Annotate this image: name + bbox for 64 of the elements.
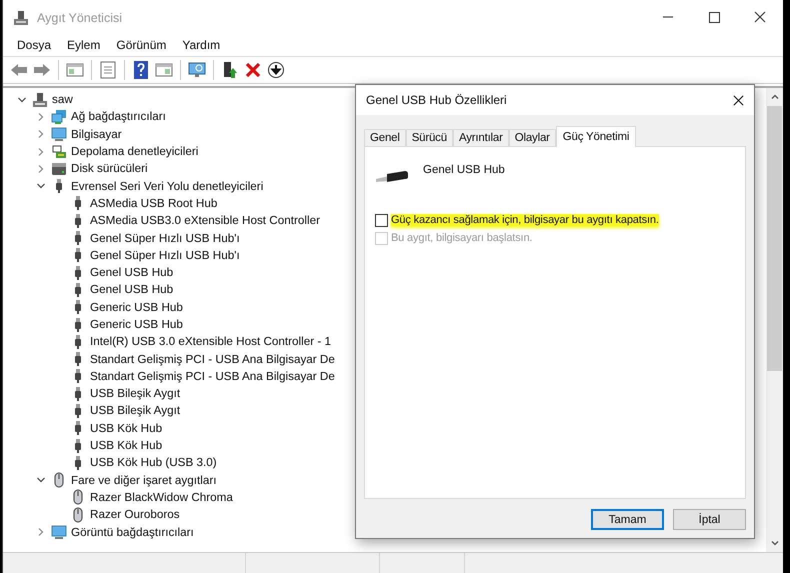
tree-item[interactable]: Genel Süper Hızlı USB Hub'ı xyxy=(90,248,240,262)
tree-item[interactable]: Generic USB Hub xyxy=(90,318,183,331)
tab[interactable]: Sürücü xyxy=(406,129,453,146)
expand-chevron-icon[interactable] xyxy=(36,527,46,538)
tree-item[interactable]: Razer Ouroboros xyxy=(90,508,180,522)
properties-icon[interactable] xyxy=(98,60,118,80)
expand-chevron-icon[interactable] xyxy=(36,129,46,140)
tree-item[interactable]: ASMedia USB Root Hub xyxy=(90,196,218,210)
expand-chevron-icon[interactable] xyxy=(36,164,46,174)
tree-item[interactable]: USB Bileşik Aygıt xyxy=(90,404,180,418)
tree-item[interactable]: ASMedia USB3.0 eXtensible Host Controller xyxy=(90,214,320,228)
tree-item[interactable]: Görüntü bağdaştırıcıları xyxy=(71,526,194,539)
dialog-button[interactable]: Tamam xyxy=(591,509,664,530)
tree-item[interactable]: Bilgisayar xyxy=(71,128,122,141)
close-icon[interactable] xyxy=(733,94,744,106)
tree-item[interactable]: USB Bileşik Aygıt xyxy=(90,387,180,400)
tab[interactable]: Ayrıntılar xyxy=(452,129,509,146)
tree-item[interactable]: Evrensel Seri Veri Yolu denetleyicileri xyxy=(71,180,264,193)
tab[interactable]: Güç Yönetimi xyxy=(556,126,636,147)
download-circle-icon[interactable] xyxy=(266,60,286,80)
tree-item[interactable]: USB Kök Hub xyxy=(90,422,162,435)
window-title: Aygıt Yöneticisi xyxy=(37,11,122,25)
tree-item[interactable]: Fare ve diğer işaret aygıtları xyxy=(71,474,217,487)
menu-item[interactable]: Dosya xyxy=(9,36,60,56)
dialog-button[interactable]: İptal xyxy=(673,509,746,530)
help-icon[interactable] xyxy=(131,60,151,80)
tree-item[interactable]: Generic USB Hub xyxy=(90,300,183,314)
monitor-icon xyxy=(51,126,67,142)
scrollbar[interactable] xyxy=(766,88,783,552)
disk-drive-icon xyxy=(51,160,67,177)
tab[interactable]: Genel xyxy=(364,129,406,146)
checkbox-label[interactable]: Güç kazancı sağlamak için, bilgisayar bu aygıtı kapatsın. xyxy=(391,214,659,226)
checkbox[interactable] xyxy=(375,214,388,226)
remove-icon[interactable] xyxy=(243,60,263,80)
tree-item[interactable]: saw xyxy=(52,93,73,106)
tree-item[interactable]: Genel USB Hub xyxy=(90,283,174,296)
tree-item[interactable]: Genel Süper Hızlı USB Hub'ı xyxy=(90,232,240,245)
network-icon xyxy=(51,108,67,125)
tree-item[interactable]: USB Kök Hub xyxy=(90,439,162,452)
tab[interactable]: Olaylar xyxy=(508,129,556,146)
menu-item[interactable]: Eylem xyxy=(59,36,108,56)
dialog-title: Genel USB Hub Özellikleri xyxy=(366,93,507,107)
tree-item[interactable]: Genel USB Hub xyxy=(90,266,174,280)
device-name: Genel USB Hub xyxy=(423,164,505,176)
tree-item[interactable]: Razer BlackWidow Chroma xyxy=(90,490,233,504)
tree-item[interactable]: Depolama denetleyicileri xyxy=(71,145,198,158)
tree-item[interactable]: Intel(R) USB 3.0 eXtensible Host Controller - 1 xyxy=(90,335,331,348)
checkbox-label: Bu aygıt, bilgisayarı başlatsın. xyxy=(391,232,532,244)
monitor-scan-icon[interactable] xyxy=(187,60,207,80)
menu-item[interactable]: Yardım xyxy=(174,36,228,56)
tree-item[interactable]: Disk sürücüleri xyxy=(71,162,148,176)
tree-item[interactable]: Standart Gelişmiş PCI - USB Ana Bilgisayar De xyxy=(90,352,335,366)
menu-item[interactable]: Görünüm xyxy=(108,36,174,56)
computer-icon xyxy=(13,10,29,26)
tree-item[interactable]: Ağ bağdaştırıcıları xyxy=(71,110,166,124)
computer-icon xyxy=(32,92,48,108)
expand-chevron-icon[interactable] xyxy=(36,112,46,122)
monitor-icon xyxy=(51,524,67,540)
tree-item[interactable]: USB Kök Hub (USB 3.0) xyxy=(90,456,217,470)
scroll-down-icon[interactable] xyxy=(770,538,780,548)
storage-controller-icon xyxy=(51,144,67,160)
collapse-chevron-icon[interactable] xyxy=(17,94,27,105)
tree-item[interactable]: Standart Gelişmiş PCI - USB Ana Bilgisayar De xyxy=(90,370,335,383)
expand-chevron-icon[interactable] xyxy=(36,146,46,157)
